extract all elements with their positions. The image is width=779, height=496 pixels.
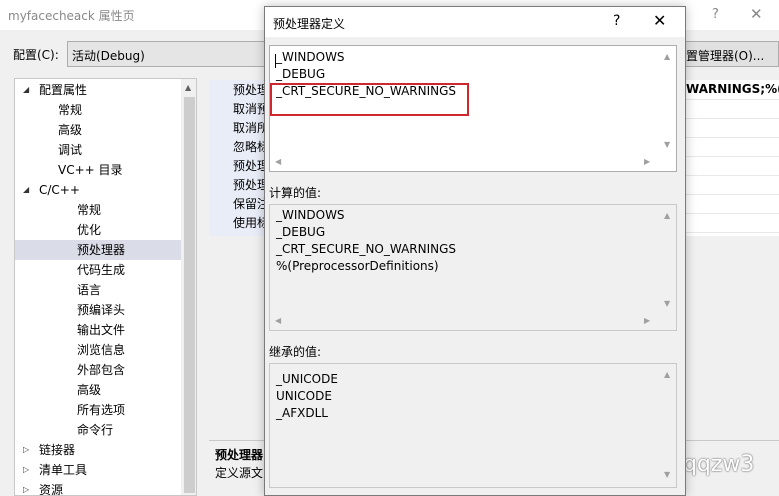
help-icon[interactable]: ? (613, 13, 620, 29)
tree-item[interactable]: ▷ 链接器 (15, 440, 181, 460)
tree-item-label: C/C++ (39, 183, 80, 197)
scroll-right-icon[interactable]: ▶ (644, 157, 650, 166)
vertical-scrollbar[interactable]: ▲ ▼ (659, 205, 676, 313)
vertical-scrollbar[interactable]: ▲ ▼ (659, 364, 676, 487)
collapsed-arrow-icon[interactable]: ▷ (23, 480, 29, 495)
tree-item-label: 调试 (58, 143, 83, 157)
grid-value-text[interactable]: WARNINGS;%( (686, 82, 779, 96)
config-select[interactable]: 活动(Debug) (67, 41, 277, 67)
tree-item-label: 优化 (77, 223, 102, 237)
tree-item-label: 语言 (77, 283, 102, 297)
tree-item-label: 高级 (58, 123, 83, 137)
scroll-down-icon[interactable]: ▼ (664, 299, 670, 308)
close-icon[interactable]: ✕ (653, 11, 666, 30)
tree-item[interactable]: 语言 (15, 280, 181, 300)
config-manager-button[interactable]: 置管理器(O)... (682, 41, 779, 67)
expanded-arrow-icon[interactable]: ◢ (23, 180, 29, 200)
computed-values-box: _WINDOWS _DEBUG _CRT_SECURE_NO_WARNINGS %(P… (269, 204, 677, 331)
tree-item-label: 所有选项 (77, 403, 126, 417)
text-line: %(PreprocessorDefinitions) (276, 259, 439, 273)
scroll-right-icon[interactable]: ▶ (644, 316, 650, 325)
property-pages-title: myfacecheack 属性页 (8, 9, 135, 23)
text-line: _CRT_SECURE_NO_WARNINGS (276, 242, 457, 256)
tree-item[interactable]: 常规 (15, 100, 181, 120)
text-line: UNICODE (276, 389, 332, 403)
help-icon[interactable]: ? (712, 7, 719, 22)
tree-item[interactable]: 优化 (15, 220, 181, 240)
text-line: _UNICODE (276, 372, 338, 386)
tree-item[interactable]: VC++ 目录 (15, 160, 181, 180)
tree-item-label: 链接器 (39, 443, 76, 457)
tree-item-label: VC++ 目录 (58, 163, 123, 177)
tree-item[interactable]: 高级 (15, 380, 181, 400)
dialog-titlebar: 预处理器定义 ? ✕ (265, 7, 685, 37)
tree-item-label: 资源 (39, 483, 64, 496)
computed-values-label: 计算的值: (269, 186, 322, 200)
description-title: 预处理器 (215, 448, 264, 462)
text-line: _CRT_SECURE_NO_WARNINGS (276, 84, 457, 98)
tree-item-label: 预编译头 (77, 303, 126, 317)
tree-item[interactable]: 预处理器 (15, 240, 181, 260)
tree-item-label: 常规 (77, 203, 102, 217)
scroll-up-icon[interactable]: ▲ (664, 211, 670, 220)
scroll-up-icon[interactable]: ▲ (664, 370, 670, 379)
horizontal-scrollbar[interactable]: ◀ ▶ (270, 154, 660, 171)
config-label: 配置(C): (13, 48, 59, 62)
inherited-values-box: _UNICODE UNICODE _AFXDLL ▲ ▼ (269, 363, 677, 488)
tree-item[interactable]: 所有选项 (15, 400, 181, 420)
description-text: 定义源文 (215, 466, 264, 480)
scroll-down-icon[interactable]: ▼ (664, 470, 670, 479)
text-line: _WINDOWS (276, 50, 345, 64)
tree-item-label: 配置属性 (39, 83, 88, 97)
text-caret (275, 54, 276, 68)
expanded-arrow-icon[interactable]: ◢ (23, 80, 29, 100)
tree-item[interactable]: 高级 (15, 120, 181, 140)
tree-item-label: 代码生成 (77, 263, 126, 277)
scroll-down-icon[interactable]: ▼ (664, 140, 670, 149)
tree-item-label: 预处理器 (77, 243, 126, 257)
dialog-title: 预处理器定义 (273, 17, 346, 31)
scroll-thumb[interactable] (184, 97, 195, 493)
tree-item[interactable]: 浏览信息 (15, 340, 181, 360)
collapsed-arrow-icon[interactable]: ▷ (23, 440, 29, 460)
tree-item[interactable]: 输出文件 (15, 320, 181, 340)
scroll-left-icon[interactable]: ◀ (275, 316, 281, 325)
tree-item-label: 命令行 (77, 423, 114, 437)
definitions-textarea[interactable]: _WINDOWS _DEBUG _CRT_SECURE_NO_WARNINGS ▲ … (269, 45, 677, 172)
tree-item[interactable]: ▷ 资源 (15, 480, 181, 496)
preprocessor-definitions-dialog: 预处理器定义 ? ✕ _WINDOWS _DEBUG _CRT_SECURE_NO_… (264, 6, 686, 496)
tree-item-label: 浏览信息 (77, 343, 126, 357)
vertical-scrollbar[interactable]: ▲ ▼ (659, 46, 676, 154)
tree-scrollbar[interactable]: ▲ (181, 79, 196, 495)
tree-item[interactable]: ◢ 配置属性 (15, 80, 181, 100)
tree-item-label: 清单工具 (39, 463, 88, 477)
property-tree[interactable]: ◢ 配置属性 常规 高级 调试 VC++ 目录 ◢ C/C++ 常规 优化 预处理器 代码生成 语言 预编… (14, 78, 197, 496)
tree-item[interactable]: 预编译头 (15, 300, 181, 320)
text-line: _AFXDLL (276, 406, 328, 420)
collapsed-arrow-icon[interactable]: ▷ (23, 460, 29, 480)
tree-item[interactable]: 调试 (15, 140, 181, 160)
tree-item-label: 外部包含 (77, 363, 126, 377)
scroll-up-icon[interactable]: ▲ (664, 52, 670, 61)
scroll-up-icon[interactable]: ▲ (185, 83, 191, 92)
tree-item-label: 高级 (77, 383, 102, 397)
inherited-values-label: 继承的值: (269, 345, 322, 359)
tree-item[interactable]: 代码生成 (15, 260, 181, 280)
scroll-left-icon[interactable]: ◀ (275, 157, 281, 166)
close-icon[interactable]: ✕ (750, 5, 763, 23)
tree-item-label: 常规 (58, 103, 83, 117)
tree-item[interactable]: ◢ C/C++ (15, 180, 181, 200)
text-line: _DEBUG (276, 67, 326, 81)
tree-item[interactable]: 命令行 (15, 420, 181, 440)
horizontal-scrollbar[interactable]: ◀ ▶ (270, 313, 660, 330)
tree-item[interactable]: 外部包含 (15, 360, 181, 380)
tree-item[interactable]: 常规 (15, 200, 181, 220)
tree-item-label: 输出文件 (77, 323, 126, 337)
text-line: _WINDOWS (276, 208, 345, 222)
text-line: _DEBUG (276, 225, 326, 239)
tree-item[interactable]: ▷ 清单工具 (15, 460, 181, 480)
